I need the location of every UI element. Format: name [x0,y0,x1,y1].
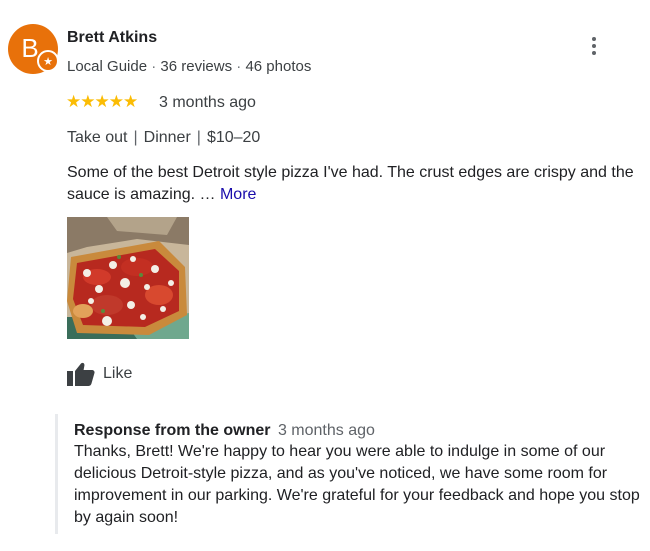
thumbs-up-icon [67,362,95,386]
dot [592,37,596,41]
star-rating: ★★★★★ [66,92,138,111]
pizza-photo-image [67,217,189,339]
dot [592,51,596,55]
reviewer-meta: Local Guide · 36 reviews · 46 photos [67,58,311,75]
owner-response-time: 3 months ago [277,422,375,439]
review-photo[interactable] [67,217,189,339]
meta-separator: · [236,58,242,75]
dot [592,44,596,48]
review-text: Some of the best Detroit style pizza I'v… [67,164,634,203]
tag-separator: | [196,129,201,146]
meta-separator: · [151,58,157,75]
tag-price: $10–20 [206,129,261,146]
like-label: Like [103,365,133,382]
avatar[interactable]: B ★ [8,24,59,74]
tag-service: Take out [67,129,128,146]
review-time: 3 months ago [159,94,256,111]
more-link[interactable]: More [220,186,256,203]
vertical-dots-icon[interactable] [584,34,604,58]
reviewer-name[interactable]: Brett Atkins [67,29,157,47]
tag-meal: Dinner [143,129,191,146]
owner-response: Response from the owner 3 months ago Tha… [55,414,645,534]
local-guide-badge-icon: ★ [37,50,59,72]
like-button[interactable]: Like [67,362,132,386]
review-text-block: Some of the best Detroit style pizza I'v… [67,162,637,206]
tag-separator: | [133,129,138,146]
photo-count: 46 photos [245,58,312,75]
review-tags: Take out | Dinner | $10–20 [67,129,260,147]
owner-response-header: Response from the owner 3 months ago [74,422,645,440]
local-guide-label: Local Guide [67,58,148,75]
owner-response-title: Response from the owner [74,422,271,439]
review-count: 36 reviews [160,58,233,75]
owner-response-text: Thanks, Brett! We're happy to hear you w… [74,443,640,526]
